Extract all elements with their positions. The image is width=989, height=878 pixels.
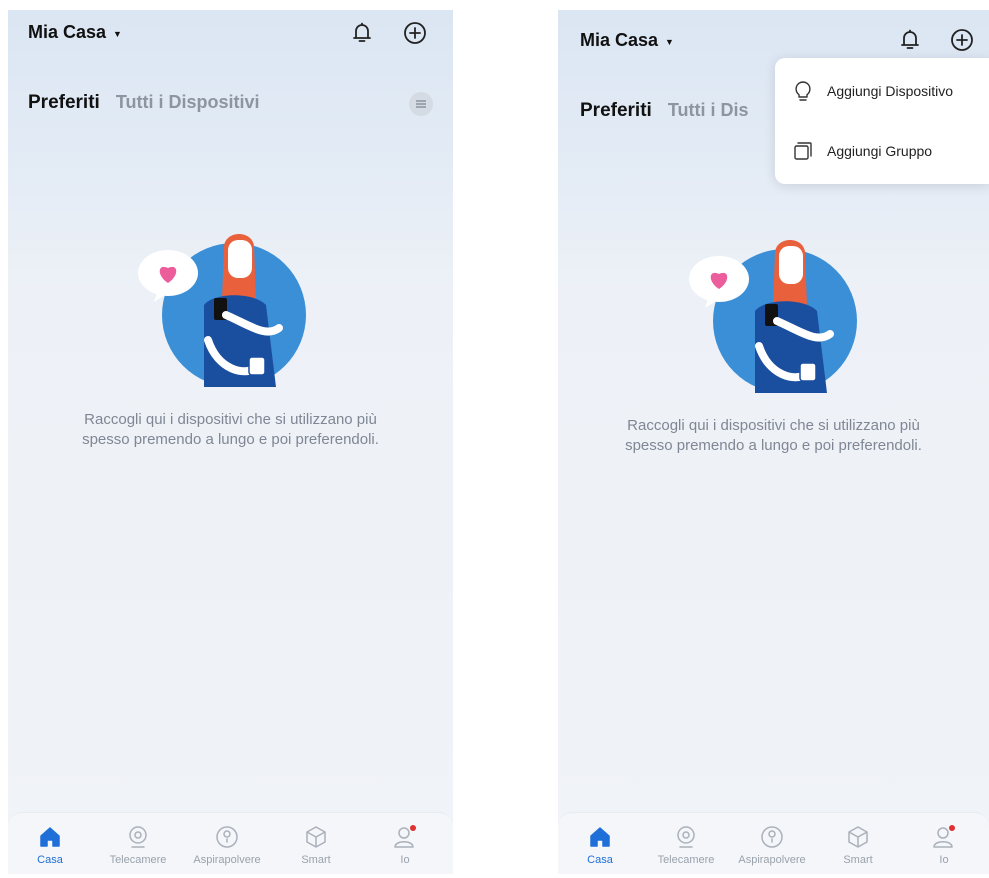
add-icon[interactable]	[402, 20, 428, 46]
nav-casa-label: Casa	[587, 854, 613, 866]
camera-icon	[129, 826, 147, 848]
nav-smart-label: Smart	[843, 854, 873, 866]
nav-aspirapolvere[interactable]: Aspirapolvere	[730, 822, 814, 866]
nav-io[interactable]: Io	[902, 822, 986, 866]
bottom-navigation: Casa Telecamere Aspirapolvere Smart Io	[8, 812, 453, 874]
home-icon	[590, 827, 610, 847]
nav-aspirapolvere-label: Aspirapolvere	[193, 854, 261, 866]
caret-down-icon: ▼	[113, 28, 122, 39]
tab-favorites[interactable]: Preferiti	[28, 92, 100, 114]
add-menu-popup: Aggiungi Dispositivo Aggiungi Gruppo	[775, 58, 989, 184]
home-selector[interactable]: Mia Casa ▼	[28, 22, 122, 43]
nav-aspirapolvere[interactable]: Aspirapolvere	[185, 822, 269, 866]
empty-favorites-illustration	[138, 234, 306, 387]
cube-icon	[848, 826, 868, 848]
nav-io[interactable]: Io	[363, 822, 447, 866]
home-name: Mia Casa	[580, 30, 659, 50]
tab-all-devices[interactable]: Tutti i Dis	[668, 100, 749, 121]
nav-aspirapolvere-label: Aspirapolvere	[738, 854, 806, 866]
nav-io-label: Io	[400, 854, 410, 866]
add-device-menu-item[interactable]: Aggiungi Dispositivo	[793, 76, 953, 106]
add-group-label: Aggiungi Gruppo	[827, 143, 933, 159]
notification-dot	[949, 825, 955, 831]
top-bar: Mia Casa ▼	[8, 10, 453, 60]
top-bar: Mia Casa ▼	[558, 10, 989, 60]
bell-icon[interactable]	[349, 20, 375, 46]
nav-smart[interactable]: Smart	[274, 822, 358, 866]
add-device-label: Aggiungi Dispositivo	[827, 83, 954, 99]
empty-message-line-1: Raccogli qui i dispositivi che si utiliz…	[84, 411, 377, 428]
bell-icon[interactable]	[897, 27, 923, 53]
add-icon[interactable]	[949, 27, 975, 53]
home-name: Mia Casa	[28, 22, 107, 42]
add-group-menu-item[interactable]: Aggiungi Gruppo	[793, 136, 932, 166]
nav-casa[interactable]: Casa	[8, 822, 92, 866]
vacuum-icon	[761, 826, 783, 848]
list-icon	[416, 100, 426, 108]
nav-telecamere[interactable]: Telecamere	[644, 822, 728, 866]
screen-favorites-add-menu: Mia Casa ▼ Preferiti Tutti i Dis Raccogl…	[558, 10, 989, 874]
list-menu-button[interactable]	[409, 92, 433, 116]
group-icon	[794, 142, 812, 160]
empty-message-line-1: Raccogli qui i dispositivi che si utiliz…	[627, 417, 920, 434]
cube-icon	[306, 826, 326, 848]
empty-message-line-2: spesso premendo a lungo e poi preferendo…	[82, 431, 379, 448]
profile-icon	[933, 825, 955, 848]
camera-icon	[677, 826, 695, 848]
home-selector[interactable]: Mia Casa ▼	[580, 30, 674, 51]
bulb-icon	[795, 81, 811, 101]
bottom-navigation: Casa Telecamere Aspirapolvere Smart Io	[558, 812, 989, 874]
tab-favorites[interactable]: Preferiti	[580, 100, 652, 122]
nav-telecamere-label: Telecamere	[657, 854, 715, 866]
nav-smart[interactable]: Smart	[816, 822, 900, 866]
notification-dot	[410, 825, 416, 831]
screen-favorites: Mia Casa ▼ Preferiti Tutti i Dispositivi…	[8, 10, 453, 874]
device-tabs: Preferiti Tutti i Dis	[580, 100, 748, 122]
empty-favorites-message: Raccogli qui i dispositivi che si utiliz…	[558, 416, 989, 456]
vacuum-icon	[216, 826, 238, 848]
empty-message-line-2: spesso premendo a lungo e poi preferendo…	[625, 437, 922, 454]
caret-down-icon: ▼	[665, 36, 674, 47]
device-tabs: Preferiti Tutti i Dispositivi	[28, 92, 259, 114]
nav-casa[interactable]: Casa	[558, 822, 642, 866]
nav-telecamere-label: Telecamere	[109, 854, 167, 866]
nav-casa-label: Casa	[37, 854, 63, 866]
empty-favorites-illustration	[689, 240, 857, 393]
nav-io-label: Io	[939, 854, 949, 866]
profile-icon	[394, 825, 416, 848]
nav-smart-label: Smart	[301, 854, 331, 866]
tab-all-devices[interactable]: Tutti i Dispositivi	[116, 92, 260, 113]
home-icon	[40, 827, 60, 847]
empty-favorites-message: Raccogli qui i dispositivi che si utiliz…	[8, 410, 453, 450]
nav-telecamere[interactable]: Telecamere	[96, 822, 180, 866]
